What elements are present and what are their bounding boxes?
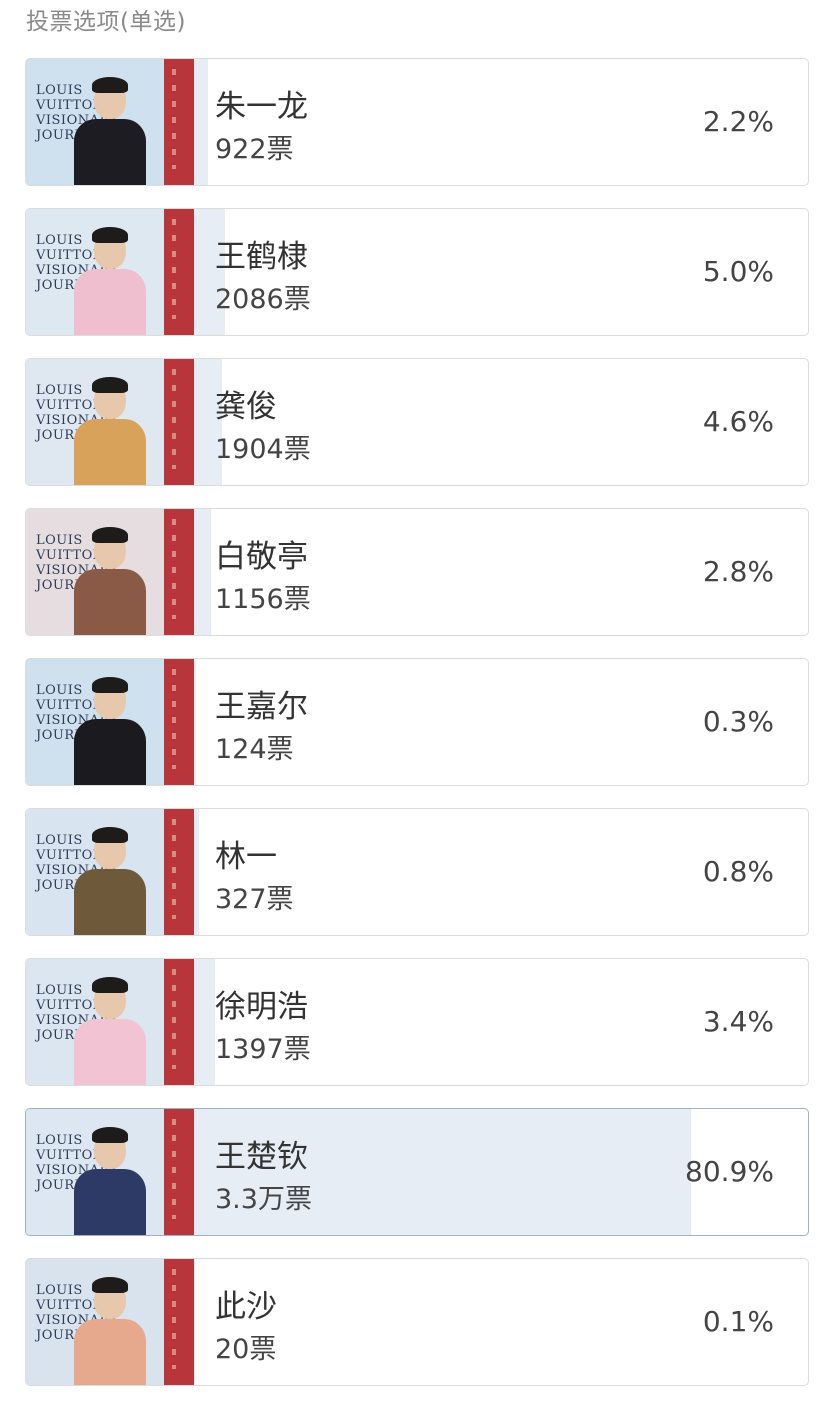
- option-percent: 0.8%: [702, 855, 774, 888]
- hair: [92, 1277, 128, 1293]
- option-name: 龚俊: [215, 389, 277, 425]
- option-votes: 3.3万票: [215, 1184, 312, 1215]
- hair: [92, 527, 128, 543]
- hair: [92, 377, 128, 393]
- jacket: [74, 1319, 146, 1385]
- option-name: 此沙: [215, 1289, 277, 1325]
- candidate-photo: LOUIS VUITTON VISIONARY JOURNEYS: [26, 959, 194, 1085]
- option-name: 朱一龙: [215, 89, 308, 125]
- option-name: 徐明浩: [215, 989, 308, 1025]
- option-percent: 2.8%: [702, 555, 774, 588]
- poll-option[interactable]: LOUIS VUITTON VISIONARY JOURNEYS 王鹤棣 208…: [25, 208, 809, 336]
- option-name: 林一: [215, 839, 277, 875]
- hair: [92, 977, 128, 993]
- jacket: [74, 419, 146, 485]
- person-figure: [72, 75, 148, 185]
- person-figure: [72, 1275, 148, 1385]
- hair: [92, 77, 128, 93]
- vote-share-bar: [194, 659, 196, 785]
- jacket: [74, 119, 146, 185]
- jacket: [74, 269, 146, 335]
- red-wall-panel: [164, 659, 194, 785]
- poll-header: 投票选项(单选): [26, 9, 186, 35]
- candidate-photo: LOUIS VUITTON VISIONARY JOURNEYS: [26, 59, 194, 185]
- hair: [92, 1127, 128, 1143]
- candidate-photo: LOUIS VUITTON VISIONARY JOURNEYS: [26, 659, 194, 785]
- option-votes: 922票: [215, 134, 294, 165]
- option-name: 王嘉尔: [215, 689, 308, 725]
- red-wall-panel: [164, 209, 194, 335]
- vote-share-bar: [194, 1259, 195, 1385]
- option-percent: 0.1%: [702, 1305, 774, 1338]
- option-votes: 1397票: [215, 1034, 311, 1065]
- option-percent: 5.0%: [702, 255, 774, 288]
- poll-option[interactable]: LOUIS VUITTON VISIONARY JOURNEYS 林一 327票…: [25, 808, 809, 936]
- red-wall-panel: [164, 809, 194, 935]
- option-name: 白敬亭: [215, 539, 308, 575]
- vote-share-bar: [194, 809, 199, 935]
- jacket: [74, 569, 146, 635]
- jacket: [74, 719, 146, 785]
- option-name: 王鹤棣: [215, 239, 308, 275]
- option-votes: 327票: [215, 884, 294, 915]
- poll-option[interactable]: LOUIS VUITTON VISIONARY JOURNEYS 白敬亭 115…: [25, 508, 809, 636]
- poll-option[interactable]: LOUIS VUITTON VISIONARY JOURNEYS 朱一龙 922…: [25, 58, 809, 186]
- poll-option[interactable]: LOUIS VUITTON VISIONARY JOURNEYS 此沙 20票 …: [25, 1258, 809, 1386]
- option-percent: 4.6%: [702, 405, 774, 438]
- option-votes: 1156票: [215, 584, 311, 615]
- option-percent: 80.9%: [685, 1155, 774, 1188]
- candidate-photo: LOUIS VUITTON VISIONARY JOURNEYS: [26, 509, 194, 635]
- hair: [92, 677, 128, 693]
- option-percent: 2.2%: [702, 105, 774, 138]
- option-name: 王楚钦: [215, 1139, 308, 1175]
- option-votes: 2086票: [215, 284, 311, 315]
- candidate-photo: LOUIS VUITTON VISIONARY JOURNEYS: [26, 1109, 194, 1235]
- candidate-photo: LOUIS VUITTON VISIONARY JOURNEYS: [26, 209, 194, 335]
- poll-option[interactable]: LOUIS VUITTON VISIONARY JOURNEYS 王嘉尔 124…: [25, 658, 809, 786]
- person-figure: [72, 525, 148, 635]
- red-wall-panel: [164, 59, 194, 185]
- option-percent: 3.4%: [702, 1005, 774, 1038]
- person-figure: [72, 975, 148, 1085]
- red-wall-panel: [164, 509, 194, 635]
- option-percent: 0.3%: [702, 705, 774, 738]
- person-figure: [72, 675, 148, 785]
- hair: [92, 827, 128, 843]
- candidate-photo: LOUIS VUITTON VISIONARY JOURNEYS: [26, 809, 194, 935]
- vote-share-bar: [194, 59, 208, 185]
- person-figure: [72, 375, 148, 485]
- vote-share-bar: [194, 959, 215, 1085]
- candidate-photo: LOUIS VUITTON VISIONARY JOURNEYS: [26, 1259, 194, 1385]
- red-wall-panel: [164, 359, 194, 485]
- red-wall-panel: [164, 1259, 194, 1385]
- person-figure: [72, 1125, 148, 1235]
- poll-option[interactable]: LOUIS VUITTON VISIONARY JOURNEYS 龚俊 1904…: [25, 358, 809, 486]
- red-wall-panel: [164, 1109, 194, 1235]
- option-votes: 124票: [215, 734, 294, 765]
- poll-option-selected[interactable]: LOUIS VUITTON VISIONARY JOURNEYS 王楚钦 3.3…: [25, 1108, 809, 1236]
- poll-option[interactable]: LOUIS VUITTON VISIONARY JOURNEYS 徐明浩 139…: [25, 958, 809, 1086]
- jacket: [74, 1169, 146, 1235]
- option-votes: 1904票: [215, 434, 311, 465]
- jacket: [74, 1019, 146, 1085]
- jacket: [74, 869, 146, 935]
- option-votes: 20票: [215, 1334, 277, 1365]
- red-wall-panel: [164, 959, 194, 1085]
- person-figure: [72, 225, 148, 335]
- hair: [92, 227, 128, 243]
- person-figure: [72, 825, 148, 935]
- poll-options-list: LOUIS VUITTON VISIONARY JOURNEYS 朱一龙 922…: [25, 58, 809, 1408]
- candidate-photo: LOUIS VUITTON VISIONARY JOURNEYS: [26, 359, 194, 485]
- vote-share-bar: [194, 509, 212, 635]
